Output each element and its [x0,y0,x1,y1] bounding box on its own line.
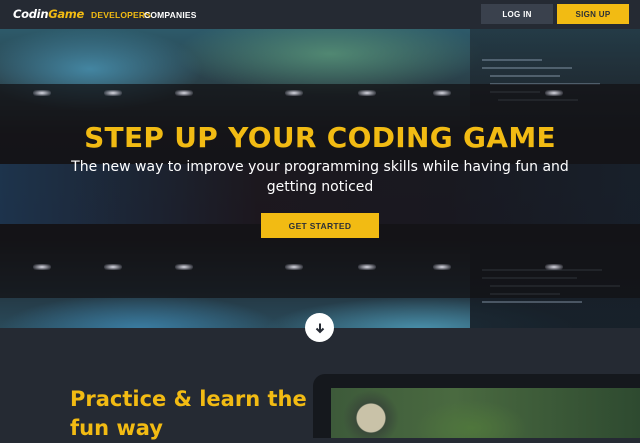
hero-section: STEP UP YOUR CODING GAME The new way to … [0,29,640,328]
top-navigation: CodinGame DEVELOPERS COMPANIES LOG IN SI… [0,0,640,29]
practice-section-title: Practice & learn the fun way [70,387,307,440]
arrow-down-icon [315,323,324,333]
codingame-logo[interactable]: CodinGame [13,7,84,21]
get-started-button[interactable]: GET STARTED [261,213,379,238]
signup-button[interactable]: SIGN UP [557,4,629,24]
game-preview-frame [313,374,640,438]
login-button[interactable]: LOG IN [481,4,553,24]
game-preview-screen [331,388,640,438]
nav-companies-link[interactable]: COMPANIES [144,10,197,20]
logo-text-main: Codin [13,7,49,21]
hero-subtitle: The new way to improve your programming … [71,159,569,195]
nav-developers-link[interactable]: DEVELOPERS [91,10,151,20]
logo-text-accent: Game [48,7,84,21]
scroll-down-button[interactable] [305,313,334,342]
hero-title: STEP UP YOUR CODING GAME [84,121,556,154]
